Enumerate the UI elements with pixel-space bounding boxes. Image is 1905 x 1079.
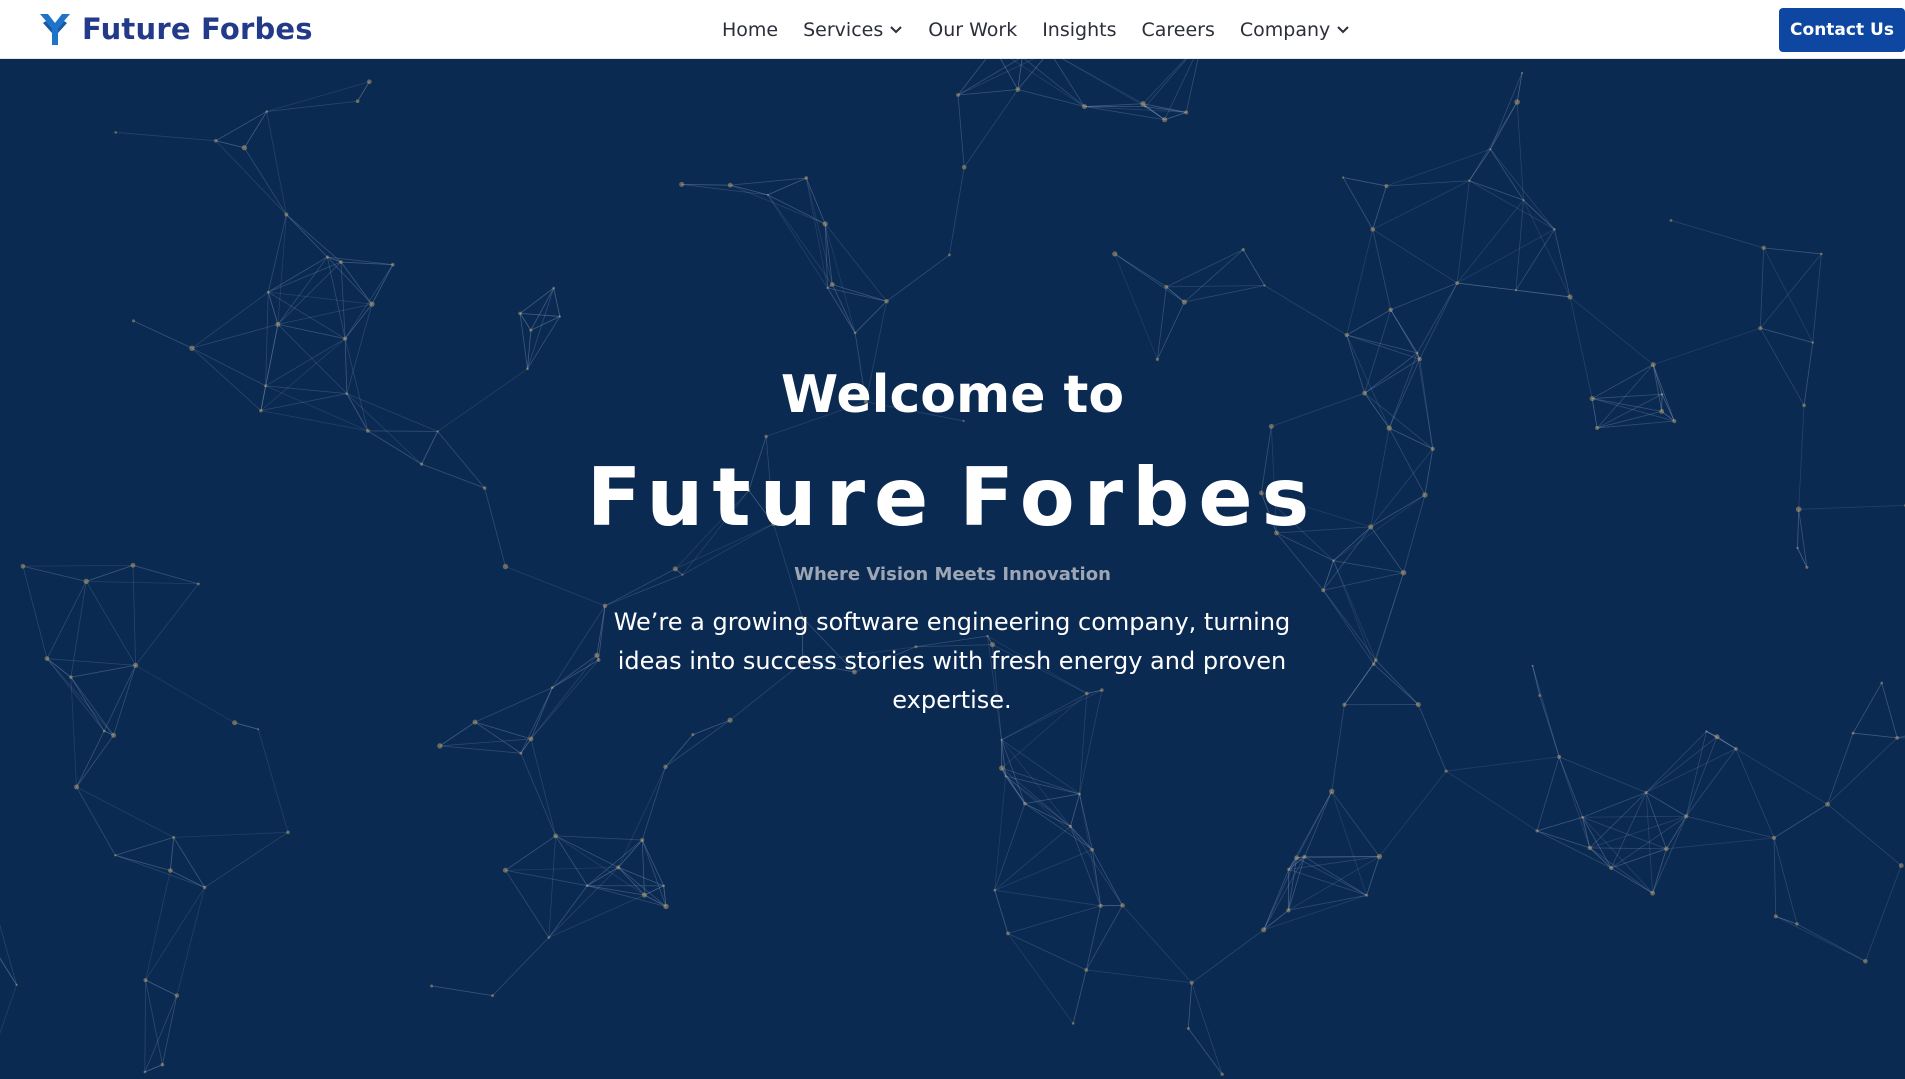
brand-word-forbes: Forbes: [959, 451, 1319, 544]
hero-section: Welcome to Future Forbes Where Vision Mee…: [0, 59, 1905, 1079]
nav-item-label: Our Work: [928, 18, 1018, 41]
chevron-down-icon: [890, 25, 902, 33]
contact-us-button[interactable]: Contact Us: [1779, 8, 1905, 52]
brand-name: Future Forbes: [82, 12, 313, 46]
welcome-heading: Welcome to: [780, 365, 1125, 425]
nav-item-insights[interactable]: Insights: [1042, 19, 1116, 41]
hero-content: Welcome to Future Forbes Where Vision Mee…: [0, 59, 1905, 1079]
nav-item-home[interactable]: Home: [722, 19, 778, 41]
chevron-down-icon: [1337, 25, 1349, 33]
nav-item-label: Careers: [1141, 18, 1215, 41]
nav-item-label: Company: [1239, 18, 1331, 41]
brand-word-future: Future: [586, 451, 938, 544]
nav-item-company[interactable]: Company: [1240, 19, 1350, 41]
top-navbar: Future Forbes Home Services Our Work Ins…: [0, 0, 1905, 59]
nav-item-label: Services: [803, 18, 884, 41]
hero-tagline: Where Vision Meets Innovation: [794, 564, 1111, 585]
nav-item-label: Home: [722, 18, 779, 41]
nav-item-services[interactable]: Services: [803, 19, 903, 41]
hero-brand-title: Future Forbes: [0, 451, 1905, 544]
hero-description: We’re a growing software engineering com…: [613, 608, 1291, 714]
nav-item-careers[interactable]: Careers: [1141, 19, 1214, 41]
main-nav: Home Services Our Work Insights Careers …: [722, 0, 1350, 59]
nav-item-label: Insights: [1042, 18, 1117, 41]
nav-item-our-work[interactable]: Our Work: [928, 19, 1017, 41]
future-forbes-logo-icon: [40, 14, 70, 45]
logo-link[interactable]: Future Forbes: [38, 9, 313, 49]
